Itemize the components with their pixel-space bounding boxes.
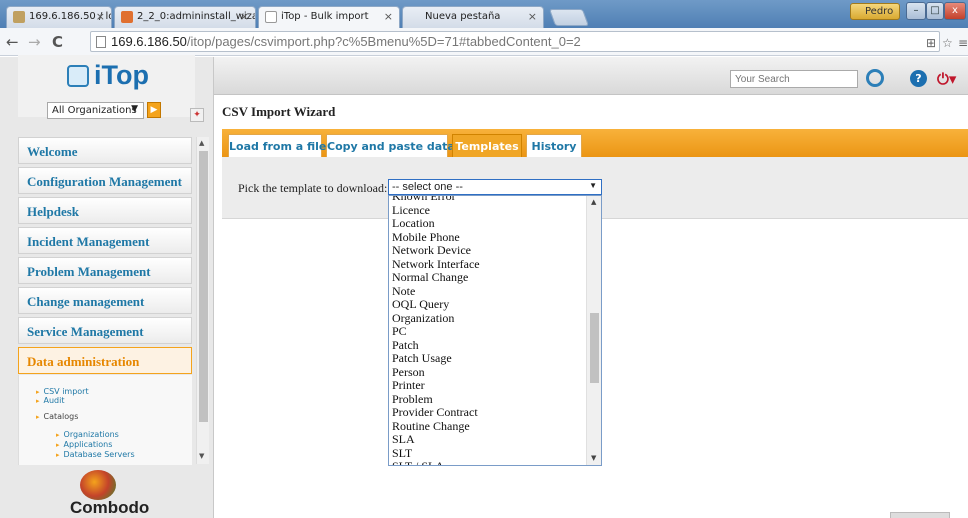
browser-tab-phpmyadmin[interactable]: 169.6.186.50 / localhost | × [6, 6, 112, 28]
dropdown-option[interactable]: SLT / SLA [389, 459, 587, 465]
combodo-logo: Combodo [60, 470, 149, 518]
user-badge[interactable]: Pedro [850, 3, 900, 20]
taskbar-hint [890, 512, 950, 518]
menu-incident-management[interactable]: Incident Management [18, 227, 192, 254]
tab-history[interactable]: History [526, 134, 582, 157]
logoff-icon[interactable]: ⏻▾ [937, 70, 956, 88]
new-tab-button[interactable] [548, 9, 590, 26]
menu-welcome[interactable]: Welcome [18, 137, 192, 164]
scrollbar-thumb[interactable] [199, 151, 208, 422]
dropdown-option[interactable]: Note [389, 284, 587, 299]
translate-icon[interactable]: ⊞ [926, 36, 936, 50]
dropdown-option[interactable]: PC [389, 324, 587, 339]
url-host: 169.6.186.50 [111, 34, 187, 49]
submenu-csv-import[interactable]: CSV import [36, 387, 89, 396]
dropdown-option[interactable]: Person [389, 365, 587, 380]
help-icon[interactable]: ? [910, 70, 927, 87]
menu-data-administration[interactable]: Data administration [18, 347, 192, 374]
browser-tab-new[interactable]: Nueva pestaña × [402, 6, 544, 28]
tab-copy-paste-data[interactable]: Copy and paste data [326, 134, 455, 157]
dropdown-option[interactable]: Provider Contract [389, 405, 587, 420]
scrollbar-thumb[interactable] [590, 313, 599, 383]
back-icon[interactable]: ← [6, 33, 19, 51]
browser-tab-install-wizard[interactable]: 2_2_0:admininstall_wizar × [114, 6, 256, 28]
scroll-up-icon[interactable]: ▲ [199, 139, 204, 147]
scroll-down-icon[interactable]: ▼ [199, 452, 204, 460]
scroll-up-icon[interactable]: ▲ [591, 198, 596, 206]
menu-service-management[interactable]: Service Management [18, 317, 192, 344]
search-icon[interactable] [866, 69, 884, 87]
tab-templates[interactable]: Templates [452, 134, 522, 157]
close-icon[interactable]: × [384, 10, 393, 23]
submenu-organizations[interactable]: Organizations [56, 430, 119, 439]
organization-filter-select[interactable]: All Organizations ▼ [47, 102, 144, 119]
page-icon [265, 11, 277, 23]
browser-titlebar: 169.6.186.50 / localhost | × 2_2_0:admin… [0, 0, 968, 29]
pin-icon[interactable]: ✦ [190, 108, 204, 122]
dropdown-scrollbar[interactable]: ▲ ▼ [586, 196, 601, 465]
address-bar[interactable]: 169.6.186.50/itop/pages/csvimport.php?c%… [90, 31, 940, 52]
organization-filter-go-button[interactable]: ▶ [147, 102, 161, 118]
dropdown-option[interactable]: Mobile Phone [389, 230, 587, 245]
dropdown-option[interactable]: Licence [389, 203, 587, 218]
page-title: CSV Import Wizard [222, 104, 336, 119]
dropdown-options: Known Error Licence Location Mobile Phone Ne… [389, 196, 587, 465]
submenu-applications[interactable]: Applications [56, 440, 113, 449]
combodo-mascot-icon [80, 470, 116, 500]
global-search-input[interactable] [730, 70, 858, 88]
dropdown-option[interactable]: Printer [389, 378, 587, 393]
dropdown-option[interactable]: Network Device [389, 243, 587, 258]
maximize-button[interactable]: □ [926, 2, 944, 20]
dropdown-option[interactable]: SLT [389, 446, 587, 461]
close-icon[interactable]: × [96, 10, 105, 23]
chevron-down-icon: ▼ [589, 181, 597, 190]
dropdown-option[interactable]: Problem [389, 392, 587, 407]
dropdown-option[interactable]: Routine Change [389, 419, 587, 434]
pick-template-label: Pick the template to download: [238, 181, 388, 195]
template-select[interactable]: -- select one -- ▼ [388, 179, 602, 195]
menu-change-management[interactable]: Change management [18, 287, 192, 314]
forward-icon[interactable]: → [28, 33, 41, 51]
close-window-button[interactable]: x [944, 2, 966, 20]
page-icon [96, 36, 106, 48]
submenu-database-servers[interactable]: Database Servers [56, 450, 135, 459]
dropdown-option[interactable]: Patch Usage [389, 351, 587, 366]
menu-icon[interactable]: ≡ [958, 36, 968, 50]
menu-configuration-management[interactable]: Configuration Management [18, 167, 192, 194]
close-icon[interactable]: × [240, 10, 249, 23]
phpmyadmin-icon [13, 11, 25, 23]
bookmark-star-icon[interactable]: ☆ [942, 36, 953, 50]
url-path: /itop/pages/csvimport.php?c%5Bmenu%5D=71… [186, 34, 581, 49]
itop-logo-icon [67, 65, 89, 87]
tab-load-from-file[interactable]: Load from a file [228, 134, 326, 157]
close-icon[interactable]: × [528, 10, 537, 23]
scroll-down-icon[interactable]: ▼ [591, 454, 596, 462]
itop-logo[interactable]: iTop [94, 60, 149, 91]
browser-toolbar: ← → C 169.6.186.50/itop/pages/csvimport.… [0, 28, 968, 56]
dropdown-option[interactable]: Patch [389, 338, 587, 353]
browser-tab-bulk-import[interactable]: iTop - Bulk import × [258, 6, 400, 29]
dropdown-option[interactable]: SLA [389, 432, 587, 447]
template-dropdown-list: Known Error Licence Location Mobile Phone Ne… [388, 195, 602, 466]
itop-install-icon [121, 11, 133, 23]
dropdown-option[interactable]: Network Interface [389, 257, 587, 272]
dropdown-option[interactable]: Normal Change [389, 270, 587, 285]
dropdown-option[interactable]: Organization [389, 311, 587, 326]
chevron-down-icon: ▼ [131, 104, 138, 114]
minimize-button[interactable]: – [906, 2, 926, 20]
dropdown-option[interactable]: OQL Query [389, 297, 587, 312]
dropdown-option[interactable]: Location [389, 216, 587, 231]
menu-problem-management[interactable]: Problem Management [18, 257, 192, 284]
submenu-audit[interactable]: Audit [36, 396, 65, 405]
submenu-catalogs: Catalogs [36, 412, 79, 421]
reload-icon[interactable]: C [52, 33, 63, 51]
menu-scrollbar[interactable]: ▲ ▼ [196, 137, 209, 464]
menu-helpdesk[interactable]: Helpdesk [18, 197, 192, 224]
